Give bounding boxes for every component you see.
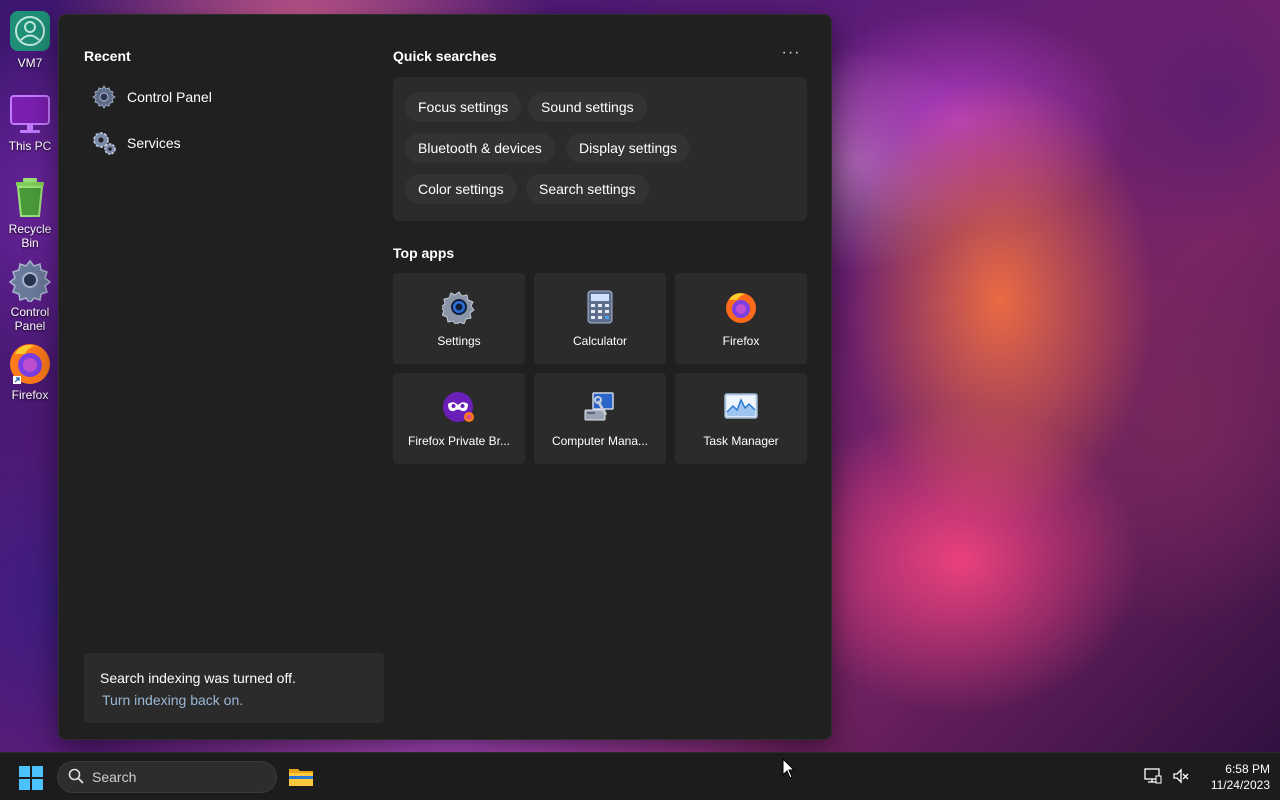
recent-item-control-panel[interactable]: Control Panel	[91, 81, 212, 113]
services-gears-icon	[91, 130, 117, 156]
chip-bluetooth-devices[interactable]: Bluetooth & devices	[405, 133, 555, 163]
search-panel: Recent Control Panel Services Quick sear…	[58, 14, 832, 740]
desktop-icon-recycle-bin[interactable]: Recycle Bin	[0, 174, 60, 250]
computer-management-icon	[583, 390, 617, 424]
chip-sound-settings[interactable]: Sound settings	[528, 92, 647, 122]
chip-search-settings[interactable]: Search settings	[526, 174, 649, 204]
desktop-icon-this-pc[interactable]: This PC	[0, 91, 60, 153]
chip-color-settings[interactable]: Color settings	[405, 174, 517, 204]
turn-indexing-on-link[interactable]: Turn indexing back on.	[102, 692, 243, 708]
recent-title: Recent	[84, 48, 131, 64]
app-tile-calculator[interactable]: Calculator	[534, 273, 666, 364]
quick-searches-title: Quick searches	[393, 48, 497, 64]
volume-muted-icon[interactable]	[1172, 767, 1190, 790]
app-tile-label: Task Manager	[703, 434, 779, 448]
taskbar-search-box[interactable]: Search	[57, 761, 277, 793]
control-panel-gear-icon	[91, 84, 117, 110]
firefox-icon	[724, 290, 758, 324]
clock-date: 11/24/2023	[1210, 778, 1270, 792]
app-tile-label: Settings	[437, 334, 481, 348]
vm-user-icon	[7, 8, 53, 54]
app-tile-label: Firefox	[722, 334, 760, 348]
firefox-icon	[7, 340, 53, 386]
desktop-icon-label: Recycle Bin	[8, 222, 52, 250]
recent-item-label: Services	[127, 135, 181, 151]
start-button[interactable]	[18, 765, 44, 791]
quick-searches-box: Focus settings Sound settings Bluetooth …	[393, 77, 807, 221]
app-tile-label: Computer Mana...	[551, 434, 649, 448]
folder-icon	[289, 769, 313, 786]
settings-gear-icon	[442, 290, 476, 324]
app-tile-firefox-private[interactable]: Firefox Private Br...	[393, 373, 525, 464]
calculator-icon	[583, 290, 617, 324]
desktop-icon-firefox[interactable]: Firefox	[0, 340, 60, 402]
desktop-icon-label: This PC	[8, 139, 52, 153]
system-tray	[1144, 767, 1190, 790]
task-manager-icon	[724, 390, 758, 424]
monitor-icon	[7, 91, 53, 137]
taskbar-clock[interactable]: 6:58 PM 11/24/2023	[1198, 761, 1270, 793]
top-apps-title: Top apps	[393, 245, 455, 261]
recent-item-label: Control Panel	[127, 89, 212, 105]
app-tile-task-manager[interactable]: Task Manager	[675, 373, 807, 464]
file-explorer-button[interactable]	[288, 764, 314, 790]
indexing-notice: Search indexing was turned off. Turn ind…	[84, 653, 384, 723]
chip-display-settings[interactable]: Display settings	[566, 133, 691, 163]
app-tile-settings[interactable]: Settings	[393, 273, 525, 364]
indexing-notice-text: Search indexing was turned off.	[100, 670, 296, 686]
app-tile-computer-management[interactable]: Computer Mana...	[534, 373, 666, 464]
app-tile-label: Calculator	[572, 334, 628, 348]
chip-focus-settings[interactable]: Focus settings	[405, 92, 522, 122]
recent-item-services[interactable]: Services	[91, 127, 181, 159]
clock-time: 6:58 PM	[1225, 762, 1270, 776]
desktop-icon-label: Control Panel	[10, 305, 50, 333]
taskbar: Search 6:58 PM 11/24/2023	[0, 752, 1280, 800]
search-icon	[68, 768, 84, 787]
app-tile-firefox[interactable]: Firefox	[675, 273, 807, 364]
app-tile-label: Firefox Private Br...	[407, 434, 511, 448]
desktop-icon-label: Firefox	[11, 388, 49, 402]
network-icon[interactable]	[1144, 767, 1162, 790]
desktop-icon-control-panel[interactable]: Control Panel	[0, 257, 60, 333]
mouse-cursor-icon	[782, 758, 796, 779]
desktop-icon-label: VM7	[17, 56, 43, 70]
windows-logo-icon	[19, 766, 43, 790]
more-options-button[interactable]: ···	[777, 43, 805, 67]
firefox-private-icon	[442, 390, 476, 424]
recycle-bin-icon	[7, 174, 53, 220]
taskbar-search-placeholder: Search	[92, 769, 137, 785]
gear-icon	[7, 257, 53, 303]
desktop-icon-vm7[interactable]: VM7	[0, 8, 60, 70]
